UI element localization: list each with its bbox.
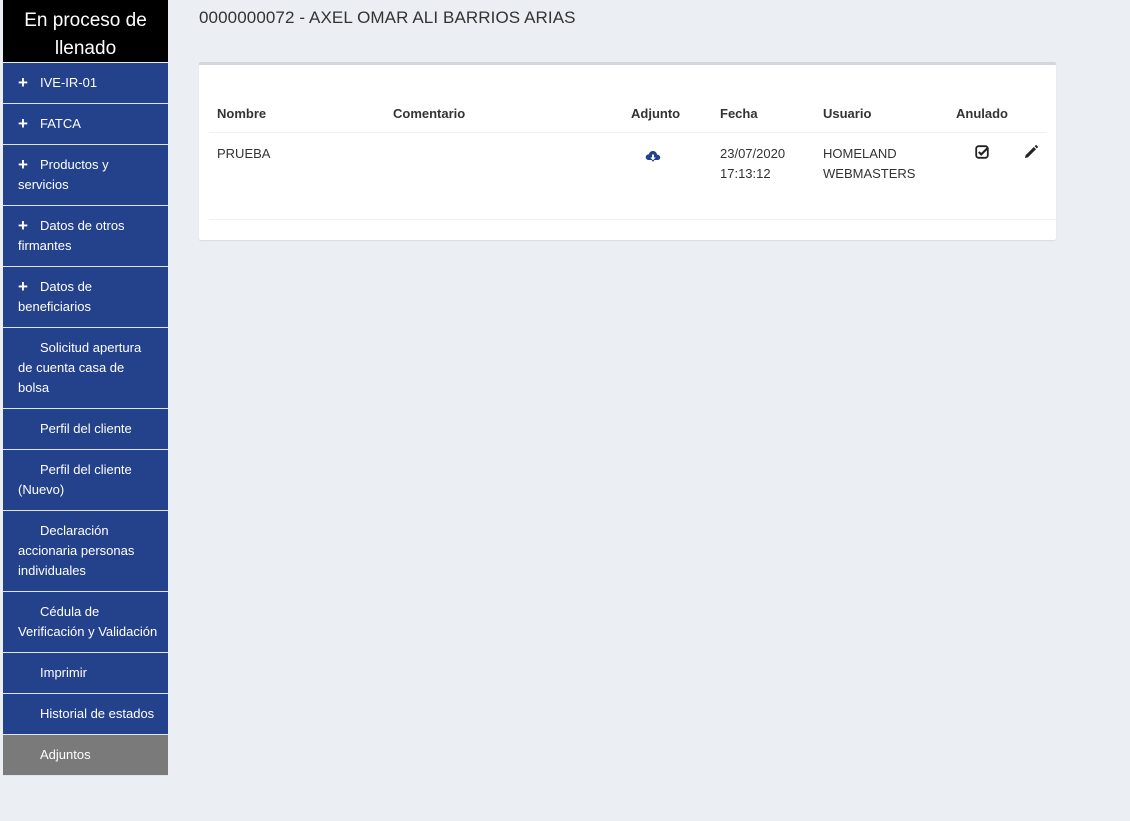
sidebar-item-label: Solicitud apertura de cuenta casa de bol… <box>18 340 142 395</box>
plus-icon: + <box>18 216 28 235</box>
column-header-usuario: Usuario <box>823 106 872 121</box>
sidebar-item-historial-estados[interactable]: Historial de estados <box>3 694 168 735</box>
sidebar-item-productos-servicios[interactable]: + Productos y servicios <box>3 145 168 206</box>
plus-icon: + <box>18 114 28 133</box>
sidebar-item-label: FATCA <box>40 116 81 131</box>
sidebar-item-label: Cédula de Verificación y Validación <box>18 604 158 639</box>
attachments-table-card: Nombre Comentario Adjunto Fecha Usuario … <box>199 62 1056 240</box>
cell-nombre: PRUEBA <box>217 146 271 161</box>
sidebar-item-otros-firmantes[interactable]: + Datos de otros firmantes <box>3 206 168 267</box>
form-status-label: En proceso de llenado <box>24 10 147 59</box>
column-header-fecha: Fecha <box>720 106 758 121</box>
sidebar-menu: + IVE-IR-01 + FATCA + Productos y servicios… <box>3 63 168 776</box>
plus-icon: + <box>18 155 28 174</box>
plus-icon: + <box>18 73 28 92</box>
sidebar-item-declaracion-accionaria[interactable]: Declaración accionaria personas individu… <box>3 511 168 592</box>
sidebar-item-perfil-cliente[interactable]: Perfil del cliente <box>3 409 168 450</box>
sidebar-item-label: Declaración accionaria personas individu… <box>18 523 135 578</box>
header-divider <box>209 132 1046 133</box>
sidebar-item-imprimir[interactable]: Imprimir <box>3 653 168 694</box>
sidebar-item-beneficiarios[interactable]: + Datos de beneficiarios <box>3 267 168 328</box>
sidebar-item-label: Perfil del cliente <box>40 421 132 436</box>
sidebar-item-solicitud-casa-bolsa[interactable]: Solicitud apertura de cuenta casa de bol… <box>3 328 168 409</box>
plus-icon: + <box>18 277 28 296</box>
cell-usuario: HOMELAND WEBMASTERS <box>823 146 916 181</box>
sidebar: En proceso de llenado + IVE-IR-01 + FATCA … <box>3 0 168 776</box>
column-header-nombre: Nombre <box>217 106 267 121</box>
sidebar-item-fatca[interactable]: + FATCA <box>3 104 168 145</box>
sidebar-item-label: IVE-IR-01 <box>40 75 98 90</box>
sidebar-item-label: Perfil del cliente (Nuevo) <box>18 462 132 497</box>
column-header-anulado: Anulado <box>956 106 1008 121</box>
column-header-adjunto: Adjunto <box>631 106 681 121</box>
row-divider <box>209 219 1056 220</box>
form-status-box: En proceso de llenado <box>3 0 168 62</box>
pencil-icon[interactable] <box>1024 145 1038 164</box>
cloud-download-icon[interactable] <box>645 149 661 168</box>
sidebar-item-perfil-cliente-nuevo[interactable]: Perfil del cliente (Nuevo) <box>3 450 168 511</box>
cell-fecha: 23/07/2020 17:13:12 <box>720 146 786 181</box>
sidebar-item-label: Adjuntos <box>40 747 91 762</box>
column-header-comentario: Comentario <box>393 106 466 121</box>
sidebar-item-cedula-verificacion[interactable]: Cédula de Verificación y Validación <box>3 592 168 653</box>
sidebar-item-label: Imprimir <box>40 665 87 680</box>
sidebar-item-label: Historial de estados <box>40 706 155 721</box>
sidebar-item-adjuntos[interactable]: Adjuntos <box>3 735 168 776</box>
sidebar-item-ive-ir-01[interactable]: + IVE-IR-01 <box>3 63 168 104</box>
checkbox-checked-icon[interactable] <box>975 145 989 164</box>
page-title: 0000000072 - AXEL OMAR ALI BARRIOS ARIAS <box>199 8 576 27</box>
